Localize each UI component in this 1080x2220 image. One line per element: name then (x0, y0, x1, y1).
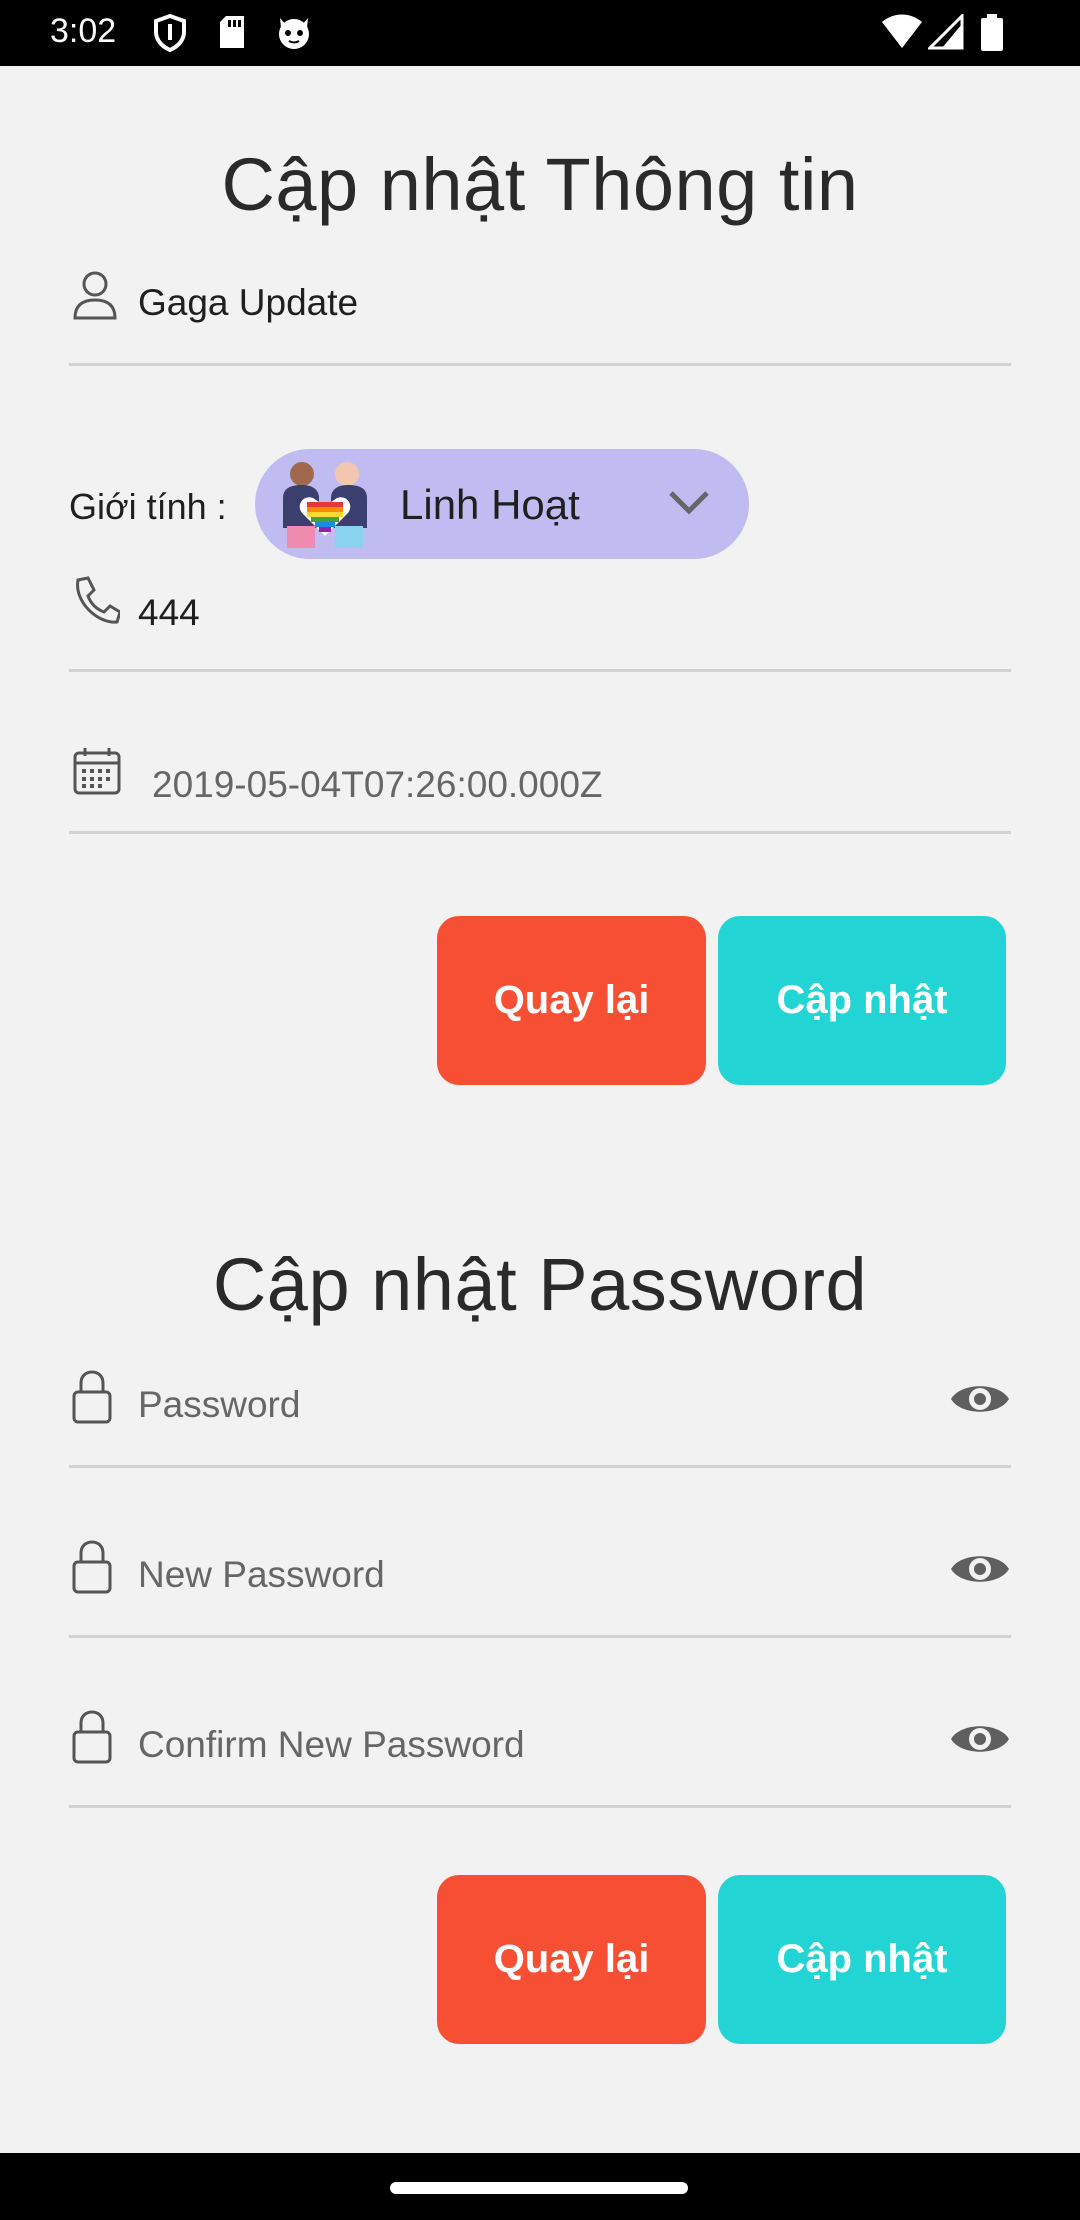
chevron-down-icon (667, 487, 711, 522)
date-field[interactable]: 2019-05-04T07:26:00.000Z (69, 740, 1011, 834)
lock-icon (72, 1710, 112, 1769)
gender-value: Linh Hoạt (400, 481, 580, 528)
name-field[interactable]: Gaga Update (69, 258, 1011, 366)
battery-icon (980, 14, 1004, 57)
sd-card-icon (218, 14, 246, 55)
confirm-password-field[interactable]: Confirm New Password (69, 1702, 1011, 1808)
new-password-placeholder: New Password (138, 1554, 385, 1595)
phone-icon (72, 576, 122, 631)
wifi-icon (880, 14, 924, 55)
navigation-bar (0, 2153, 1080, 2220)
profile-title: Cập nhật Thông tin (221, 143, 859, 226)
cat-icon (275, 14, 313, 55)
person-icon (72, 270, 118, 325)
eye-icon[interactable] (949, 1378, 1011, 1425)
confirm-password-placeholder: Confirm New Password (138, 1724, 525, 1765)
home-gesture-handle[interactable] (390, 2182, 688, 2194)
status-time: 3:02 (50, 12, 117, 50)
profile-update-button[interactable]: Cập nhật (718, 916, 1006, 1085)
shield-icon (152, 13, 188, 57)
date-value: 2019-05-04T07:26:00.000Z (152, 764, 603, 805)
password-update-button[interactable]: Cập nhật (718, 1875, 1006, 2044)
eye-icon[interactable] (949, 1548, 1011, 1595)
password-back-button[interactable]: Quay lại (437, 1875, 706, 2044)
gender-label: Giới tính : (69, 486, 227, 527)
calendar-icon (72, 746, 122, 801)
lock-icon (72, 1540, 112, 1599)
password-placeholder: Password (138, 1384, 301, 1425)
password-field[interactable]: Password (69, 1362, 1011, 1468)
eye-icon[interactable] (949, 1718, 1011, 1765)
phone-value: 444 (138, 592, 200, 633)
new-password-field[interactable]: New Password (69, 1532, 1011, 1638)
password-title: Cập nhật Password (212, 1243, 868, 1326)
screen: 3:02 Cập nhật Thông tin Gaga Update Giới… (0, 0, 1080, 2220)
cell-signal-icon (926, 12, 964, 55)
gender-select[interactable]: Linh Hoạt (255, 449, 749, 559)
lgbt-couple-icon (275, 458, 375, 555)
status-bar: 3:02 (0, 0, 1080, 66)
profile-back-button[interactable]: Quay lại (437, 916, 706, 1085)
name-value: Gaga Update (138, 282, 359, 323)
phone-field[interactable]: 444 (69, 570, 1011, 672)
lock-icon (72, 1370, 112, 1429)
